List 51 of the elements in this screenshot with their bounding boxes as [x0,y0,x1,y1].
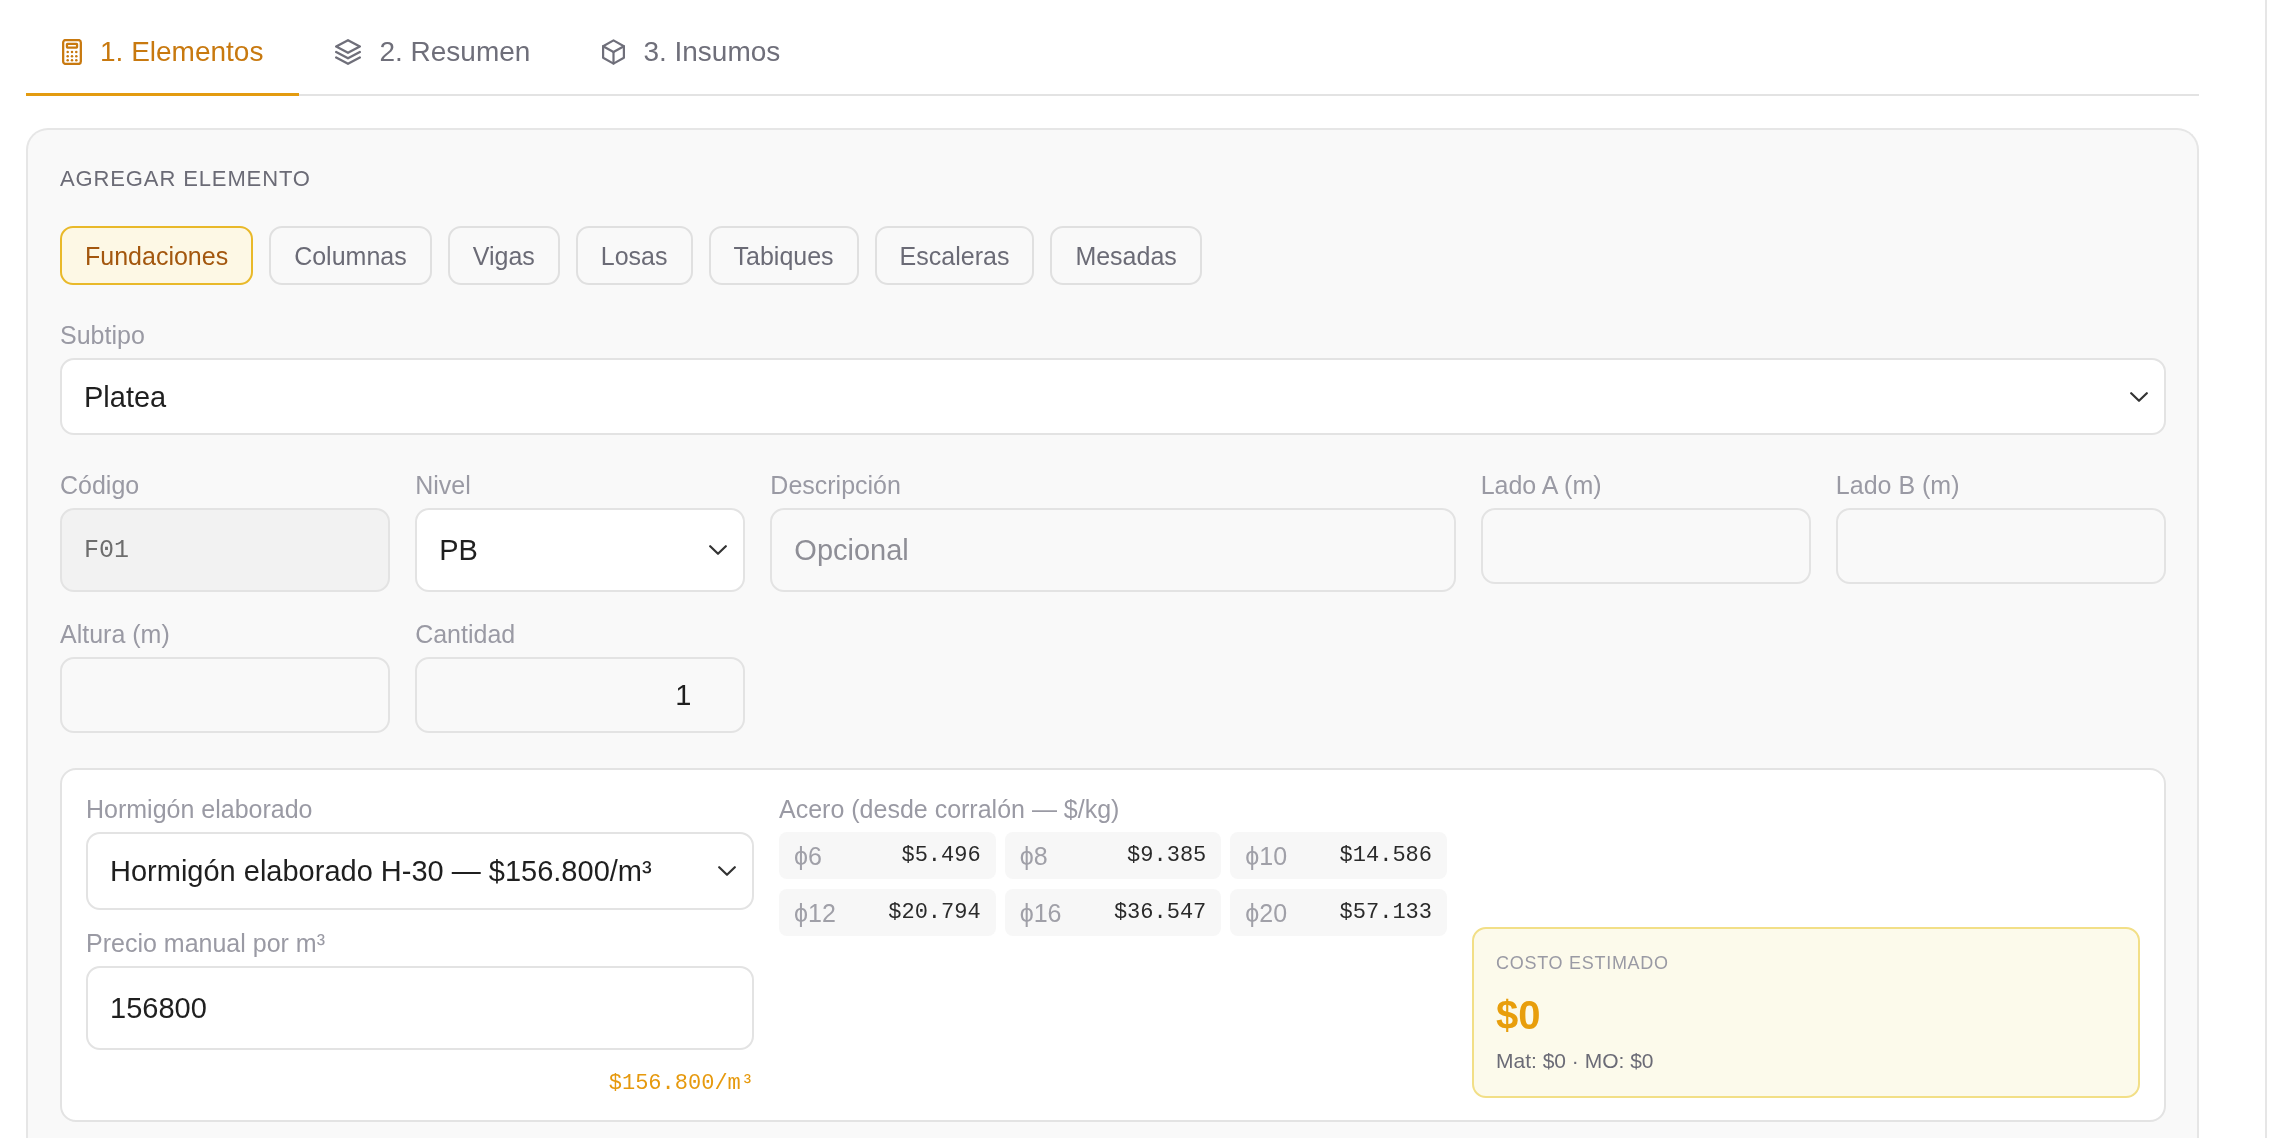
cost-breakdown: Mat: $0 · MO: $0 [1496,1048,1654,1074]
dropdown[interactable]: Hormigón elaborado H-30 — $156.800/m³ [86,832,754,910]
diameter-label: ϕ6 [794,840,822,871]
field-label: Altura (m) [60,619,170,649]
field-label: Descripción [770,470,901,500]
field-label: Precio manual por m³ [86,928,325,958]
diameter-label: ϕ20 [1245,897,1288,928]
dropdown[interactable]: PB [415,508,746,592]
layers-icon [335,38,362,65]
category-button[interactable]: Fundaciones [60,226,254,285]
diameter-label: ϕ10 [1245,840,1288,871]
field-label: Lado B (m) [1835,470,1960,500]
field-label: Subtipo [60,320,145,350]
tab[interactable]: 3. Insumos [566,0,817,96]
field-label: Código [60,470,140,500]
category-button[interactable]: Columnas [269,226,432,285]
chevron-down-icon [718,866,736,876]
tab[interactable]: 2. Resumen [299,0,567,96]
diameter-label: ϕ16 [1019,897,1062,928]
category-button[interactable]: Escaleras [874,226,1035,285]
price-value: $9.385 [1127,841,1207,870]
diameter-label: ϕ12 [794,897,836,928]
category-button[interactable]: Vigas [447,226,560,285]
cost-title: COSTO ESTIMADO [1496,952,1669,975]
price-value: $5.496 [901,841,981,870]
cube-icon [602,38,626,65]
field-label: Hormigón elaborado [86,794,313,824]
dropdown[interactable]: Platea [60,358,2166,435]
section-title: AGREGAR ELEMENTO [60,165,311,193]
diameter-label: ϕ8 [1019,840,1048,871]
code-field[interactable]: F01 [60,508,391,592]
price-field[interactable]: 156800 [86,966,754,1050]
cost-total: $0 [1496,992,1541,1039]
field-label: Acero (desde corralón — $/kg) [779,794,1120,824]
category-button[interactable]: Losas [575,226,693,285]
tab[interactable]: 1. Elementos [26,0,300,96]
price-value: $36.547 [1113,898,1207,927]
price-value: $14.586 [1339,841,1432,870]
chevron-down-icon [2130,391,2148,402]
field-label: Lado A (m) [1480,470,1602,500]
category-button[interactable]: Mesadas [1050,226,1202,285]
number-field[interactable]: 1 [415,657,746,733]
category-button[interactable]: Tabiques [708,226,859,285]
price-value: $20.794 [888,898,981,927]
price-hint: $156.800/m³ [608,1070,754,1098]
calculator-icon [62,38,82,65]
price-value: $57.133 [1339,898,1432,927]
text-field[interactable]: Opcional [770,508,1456,592]
chevron-down-icon [709,545,728,555]
field-label: Cantidad [415,619,516,649]
field-label: Nivel [415,470,471,500]
